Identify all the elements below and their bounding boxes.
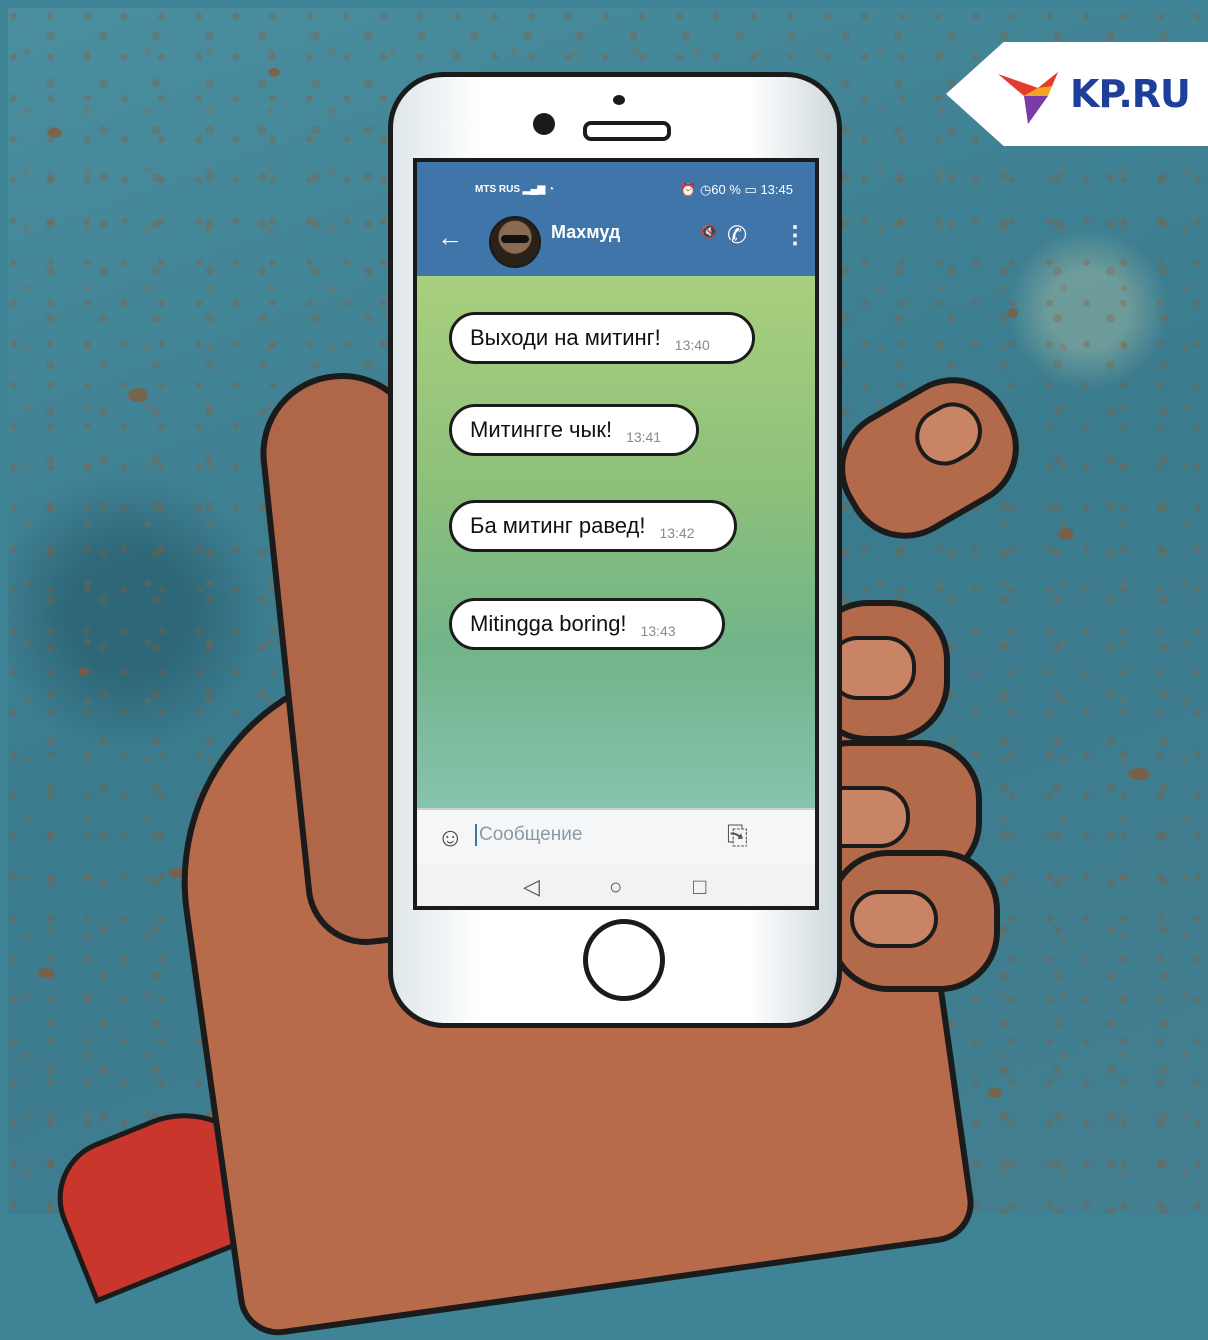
- more-menu-icon[interactable]: ⋮: [783, 224, 807, 248]
- rust-speck: [48, 128, 62, 138]
- message-composer: ☺ Сообщение ⎘: [417, 808, 815, 866]
- message-time: 13:41: [626, 429, 662, 445]
- chat-area: Выходи на митинг! 13:40 Митингге чык! 13…: [417, 276, 815, 808]
- android-nav-bar: ◁ ○ □: [417, 864, 815, 906]
- rust-speck: [268, 68, 280, 77]
- battery-percent: 60 %: [711, 182, 741, 197]
- nav-recents-icon[interactable]: □: [693, 876, 706, 898]
- message-bubble[interactable]: Митингге чык! 13:41: [449, 404, 699, 456]
- message-time: 13:43: [640, 623, 676, 639]
- rust-speck: [1008, 308, 1018, 318]
- logo-text: KP.RU: [1070, 72, 1191, 116]
- fingernail: [850, 890, 938, 948]
- message-time: 13:42: [659, 525, 695, 541]
- earpiece-speaker: [583, 121, 671, 141]
- rust-speck: [38, 968, 54, 978]
- message-text: Митингге чык!: [470, 417, 613, 442]
- message-input[interactable]: Сообщение: [475, 824, 582, 846]
- sticker-smile-icon[interactable]: ☺: [437, 824, 464, 850]
- message-bubble[interactable]: Выходи на митинг! 13:40: [449, 312, 755, 364]
- rust-speck: [128, 388, 148, 402]
- status-time: 13:45: [760, 182, 793, 197]
- messenger-screen: MTS RUS ▂▄▆ ◔ ⏰ ◷60 % ▭ 13:45 ← Махмуд 🔇…: [413, 158, 819, 910]
- bird-logo-icon: [998, 72, 1058, 124]
- contact-name[interactable]: Махмуд: [551, 222, 620, 243]
- message-bubble[interactable]: Mitingga boring! 13:43: [449, 598, 725, 650]
- back-arrow-icon[interactable]: ←: [437, 224, 463, 250]
- message-bubble[interactable]: Ба митинг равед! 13:42: [449, 500, 737, 552]
- message-text: Mitingga boring!: [470, 611, 627, 636]
- avatar[interactable]: [489, 216, 541, 268]
- front-camera-icon: [533, 113, 555, 135]
- hand-pinky-finger: [828, 850, 1000, 992]
- nav-back-icon[interactable]: ◁: [523, 876, 540, 898]
- home-button[interactable]: [583, 919, 665, 1001]
- message-text: Ба митинг равед!: [470, 513, 646, 538]
- rust-speck: [78, 668, 88, 676]
- rust-speck: [1128, 768, 1150, 780]
- phone-call-icon[interactable]: ✆: [727, 224, 747, 248]
- chat-header: MTS RUS ▂▄▆ ◔ ⏰ ◷60 % ▭ 13:45 ← Махмуд 🔇…: [417, 162, 815, 276]
- carrier-label: MTS RUS ▂▄▆ ◔: [475, 184, 555, 195]
- proximity-sensor: [613, 95, 625, 105]
- message-time: 13:40: [674, 337, 710, 353]
- attach-paperclip-icon[interactable]: ⎘: [727, 822, 748, 848]
- message-text: Выходи на митинг!: [470, 325, 661, 350]
- fingernail: [904, 391, 993, 477]
- status-right: ⏰ ◷60 % ▭ 13:45: [680, 182, 793, 197]
- nav-home-icon[interactable]: ○: [609, 876, 622, 898]
- muted-icon: 🔇: [701, 224, 718, 239]
- rust-speck: [988, 1088, 1002, 1098]
- sunglasses: [501, 235, 529, 243]
- rust-speck: [1058, 528, 1074, 540]
